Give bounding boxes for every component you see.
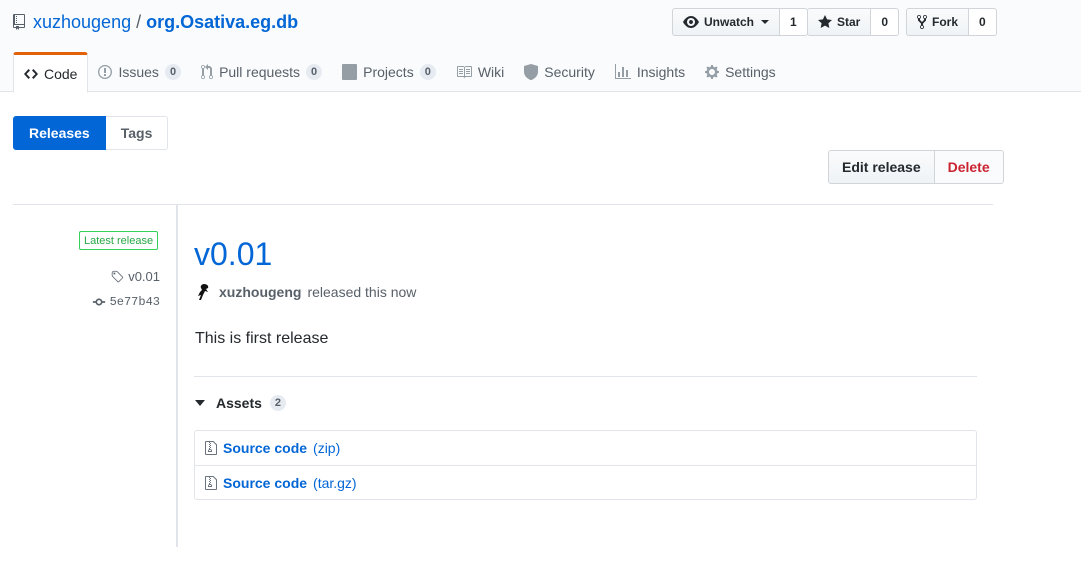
repo-header: xuzhougeng / org.Osativa.eg.db Unwatch 1… [0, 0, 1081, 93]
release-title[interactable]: v0.01 [194, 232, 272, 276]
asset-ext[interactable]: (zip) [313, 440, 340, 456]
pull-requests-count: 0 [306, 64, 323, 80]
release-tag[interactable]: v0.01 [110, 269, 160, 284]
assets-toggle[interactable]: Assets 2 [195, 395, 287, 411]
fork-icon [917, 14, 927, 30]
divider [194, 376, 977, 377]
gear-icon [705, 65, 720, 79]
issues-count: 0 [164, 64, 182, 80]
file-zip-icon [205, 441, 217, 455]
commit-icon [92, 298, 105, 306]
unwatch-label: Unwatch [704, 15, 755, 29]
tab-security-label: Security [544, 64, 595, 80]
file-zip-icon [205, 475, 217, 490]
tab-pull-requests-label: Pull requests [219, 64, 300, 80]
repo-title: xuzhougeng / org.Osativa.eg.db [13, 10, 298, 34]
fork-group: Fork 0 [906, 8, 997, 36]
watch-group: Unwatch 1 [672, 8, 808, 36]
timeline-divider [176, 205, 178, 547]
release-author-line: xuzhougeng released this now [195, 283, 416, 301]
graph-icon [614, 64, 631, 79]
tab-pull-requests[interactable]: Pull requests 0 [191, 52, 332, 92]
tab-settings-label: Settings [725, 64, 776, 80]
tab-code-label: Code [44, 65, 78, 82]
releases-tab[interactable]: Releases [13, 116, 106, 150]
stars-count[interactable]: 0 [871, 8, 900, 36]
tab-code[interactable]: Code [13, 52, 89, 93]
asset-name[interactable]: Source code [223, 440, 307, 456]
chevron-down-icon [761, 20, 770, 24]
tab-issues[interactable]: Issues 0 [88, 52, 191, 92]
repo-owner-link[interactable]: xuzhougeng [33, 12, 131, 33]
projects-count: 0 [419, 64, 436, 80]
divider [13, 204, 993, 205]
tab-wiki[interactable]: Wiki [446, 52, 514, 92]
unwatch-button[interactable]: Unwatch [672, 8, 781, 36]
star-button[interactable]: Star [807, 8, 872, 36]
asset-row[interactable]: Source code (tar.gz) [195, 465, 976, 499]
tab-wiki-label: Wiki [477, 64, 505, 80]
star-label: Star [837, 15, 861, 29]
delete-release-button[interactable]: Delete [934, 150, 1004, 184]
fork-button[interactable]: Fork [906, 8, 970, 36]
asset-ext[interactable]: (tar.gz) [313, 475, 357, 491]
release-commit[interactable]: 5e77b43 [92, 295, 160, 309]
avatar[interactable] [195, 283, 213, 301]
book-icon [456, 66, 472, 78]
project-icon [342, 64, 358, 80]
repo-name-link[interactable]: org.Osativa.eg.db [146, 12, 298, 33]
star-group: Star 0 [807, 8, 900, 36]
asset-row[interactable]: Source code (zip) [195, 431, 976, 465]
code-icon [24, 68, 38, 79]
release-description: This is first release [195, 330, 329, 347]
forks-count[interactable]: 0 [969, 8, 997, 36]
releases-subnav: Releases Tags [13, 116, 169, 150]
repo-icon [13, 14, 25, 30]
tab-insights[interactable]: Insights [605, 52, 695, 92]
release-commit-sha: 5e77b43 [109, 295, 160, 309]
watchers-count[interactable]: 1 [780, 8, 808, 36]
assets-count: 2 [269, 395, 287, 411]
tag-icon [111, 270, 124, 282]
star-icon [818, 15, 832, 28]
pull-request-icon [201, 64, 214, 80]
repo-separator: / [136, 11, 142, 32]
eye-icon [683, 16, 699, 28]
assets-label: Assets [216, 395, 262, 411]
shield-icon [524, 64, 539, 80]
release-author[interactable]: xuzhougeng [219, 284, 301, 300]
fork-label: Fork [932, 15, 959, 29]
tags-tab[interactable]: Tags [105, 116, 169, 150]
release-actions: Edit release Delete [828, 150, 1004, 184]
released-text: released this now [307, 284, 417, 300]
tab-projects[interactable]: Projects 0 [332, 52, 446, 92]
tab-issues-label: Issues [118, 64, 159, 80]
issue-icon [98, 65, 113, 79]
tab-projects-label: Projects [363, 64, 414, 80]
triangle-down-icon [195, 400, 205, 406]
assets-list: Source code (zip) Source code (tar.gz) [194, 430, 977, 500]
edit-release-button[interactable]: Edit release [828, 150, 935, 184]
tab-insights-label: Insights [636, 64, 686, 80]
repo-nav-tabs: Code Issues 0 Pull requests 0 Projects 0… [13, 52, 786, 93]
release-tag-label: v0.01 [128, 269, 160, 284]
latest-release-badge: Latest release [79, 231, 159, 250]
asset-name[interactable]: Source code [223, 475, 307, 491]
tab-settings[interactable]: Settings [695, 52, 786, 92]
tab-security[interactable]: Security [514, 52, 605, 92]
